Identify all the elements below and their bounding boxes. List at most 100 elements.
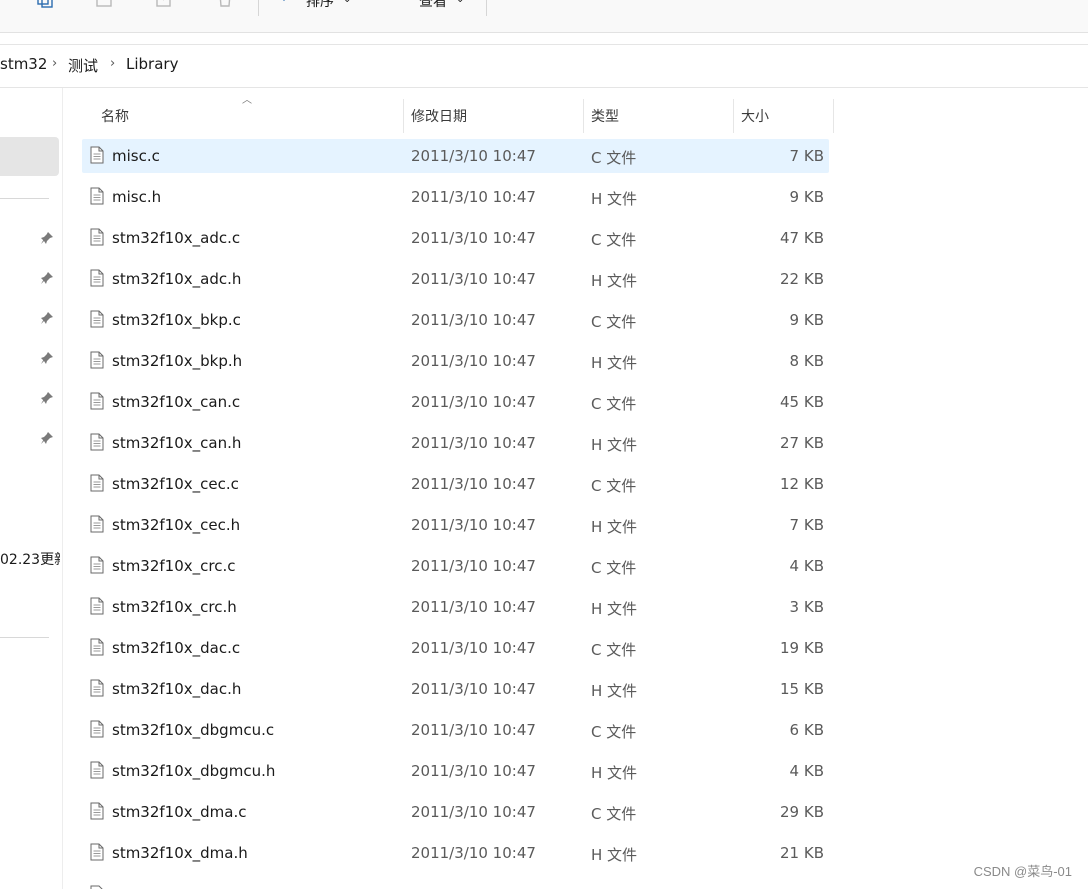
toolbar-separator (486, 0, 487, 16)
file-type: C 文件 (591, 149, 637, 167)
file-icon (90, 761, 104, 779)
breadcrumb-item-test[interactable]: 测试 (68, 55, 98, 76)
file-size: 4 KB (789, 762, 824, 780)
column-divider[interactable] (403, 99, 404, 133)
file-size: 3 KB (789, 598, 824, 616)
file-row[interactable]: stm32f10x_adc.h 2011/3/10 10:47 H 文件 22 KB (82, 261, 829, 302)
file-name: stm32f10x_crc.h (112, 598, 237, 616)
navigation-pane: 02.23更新 (0, 88, 63, 889)
file-type: C 文件 (591, 395, 637, 413)
breadcrumb: stm32 › 测试 › Library (0, 44, 1088, 88)
column-header-type[interactable]: 类型 (591, 106, 619, 126)
file-name: stm32f10x_adc.c (112, 229, 241, 247)
file-size: 6 KB (789, 721, 824, 739)
copy-icon[interactable] (36, 0, 54, 8)
file-size: 7 KB (789, 147, 824, 165)
file-type: H 文件 (591, 764, 638, 782)
column-header-name[interactable]: 名称 (101, 106, 129, 126)
file-size: 4 KB (789, 557, 824, 575)
file-type: H 文件 (591, 436, 638, 454)
file-row-partial[interactable] (82, 880, 829, 889)
file-icon (90, 679, 104, 697)
file-modified-date: 2011/3/10 10:47 (411, 516, 536, 534)
file-row[interactable]: stm32f10x_dma.h 2011/3/10 10:47 H 文件 21 KB (82, 835, 829, 876)
file-name: misc.h (112, 188, 162, 206)
file-modified-date: 2011/3/10 10:47 (411, 188, 536, 206)
breadcrumb-item-library[interactable]: Library (126, 55, 178, 73)
file-modified-date: 2011/3/10 10:47 (411, 598, 536, 616)
file-row[interactable]: stm32f10x_dac.c 2011/3/10 10:47 C 文件 19 KB (82, 630, 829, 671)
file-modified-date: 2011/3/10 10:47 (411, 475, 536, 493)
file-modified-date: 2011/3/10 10:47 (411, 803, 536, 821)
file-type: H 文件 (591, 846, 638, 864)
nav-item-folder[interactable]: 02.23更新 (0, 549, 60, 569)
file-row[interactable]: stm32f10x_bkp.h 2011/3/10 10:47 H 文件 8 KB (82, 343, 829, 384)
column-header-date[interactable]: 修改日期 (411, 106, 467, 126)
pin-icon (41, 392, 53, 404)
file-icon (90, 515, 104, 533)
file-modified-date: 2011/3/10 10:47 (411, 639, 536, 657)
file-row[interactable]: stm32f10x_crc.c 2011/3/10 10:47 C 文件 4 KB (82, 548, 829, 589)
file-size: 22 KB (780, 270, 824, 288)
file-type: H 文件 (591, 190, 638, 208)
file-row[interactable]: stm32f10x_can.h 2011/3/10 10:47 H 文件 27 KB (82, 425, 829, 466)
view-icon (390, 0, 408, 8)
file-name: stm32f10x_dma.c (112, 803, 247, 821)
file-modified-date: 2011/3/10 10:47 (411, 270, 536, 288)
file-name: stm32f10x_crc.c (112, 557, 236, 575)
file-type: H 文件 (591, 272, 638, 290)
breadcrumb-item-stm32[interactable]: stm32 (0, 55, 47, 73)
file-icon (90, 802, 104, 820)
file-row[interactable]: stm32f10x_dbgmcu.c 2011/3/10 10:47 C 文件 6 K… (82, 712, 829, 753)
file-icon (90, 720, 104, 738)
column-divider[interactable] (833, 99, 834, 133)
toolbar-separator (258, 0, 259, 16)
file-icon (90, 146, 104, 164)
pin-icon (41, 352, 53, 364)
column-divider[interactable] (583, 99, 584, 133)
file-row[interactable]: misc.h 2011/3/10 10:47 H 文件 9 KB (82, 179, 829, 220)
share-icon[interactable] (155, 0, 173, 8)
column-divider[interactable] (733, 99, 734, 133)
more-options-button[interactable]: ··· (506, 0, 524, 7)
file-row[interactable]: stm32f10x_dma.c 2011/3/10 10:47 C 文件 29 KB (82, 794, 829, 835)
file-row[interactable]: stm32f10x_cec.c 2011/3/10 10:47 C 文件 12 KB (82, 466, 829, 507)
file-row[interactable]: stm32f10x_can.c 2011/3/10 10:47 C 文件 45 KB (82, 384, 829, 425)
file-size: 8 KB (789, 352, 824, 370)
file-row[interactable]: misc.c 2011/3/10 10:47 C 文件 7 KB (82, 138, 829, 179)
file-name: stm32f10x_cec.c (112, 475, 239, 493)
watermark: CSDN @菜鸟-01 (973, 864, 1072, 879)
column-header-size[interactable]: 大小 (741, 106, 769, 126)
file-type: C 文件 (591, 723, 637, 741)
file-modified-date: 2011/3/10 10:47 (411, 352, 536, 370)
file-type: C 文件 (591, 559, 637, 577)
file-row[interactable]: stm32f10x_cec.h 2011/3/10 10:47 H 文件 7 KB (82, 507, 829, 548)
nav-divider (0, 198, 49, 199)
sort-ascending-icon: ︿ (242, 95, 252, 106)
file-type: H 文件 (591, 682, 638, 700)
command-bar: 排序 ⌄ 查看 ⌄ ··· (0, 0, 1088, 33)
pin-icon (41, 272, 53, 284)
file-modified-date: 2011/3/10 10:47 (411, 844, 536, 862)
file-name: stm32f10x_dma.h (112, 844, 248, 862)
chevron-right-icon[interactable]: › (110, 56, 115, 71)
sort-icon (283, 0, 285, 1)
file-icon (90, 556, 104, 574)
file-row[interactable]: stm32f10x_dbgmcu.h 2011/3/10 10:47 H 文件 4 K… (82, 753, 829, 794)
file-row[interactable]: stm32f10x_crc.h 2011/3/10 10:47 H 文件 3 KB (82, 589, 829, 630)
paste-icon[interactable] (95, 0, 113, 8)
nav-item-selected[interactable] (0, 137, 59, 176)
sort-button[interactable]: 排序 (306, 0, 334, 11)
view-button[interactable]: 查看 (419, 0, 447, 11)
chevron-right-icon[interactable]: › (52, 56, 57, 71)
file-row[interactable]: stm32f10x_dac.h 2011/3/10 10:47 H 文件 15 KB (82, 671, 829, 712)
delete-icon[interactable] (216, 0, 234, 8)
file-size: 9 KB (789, 311, 824, 329)
file-row[interactable]: stm32f10x_adc.c 2011/3/10 10:47 C 文件 47 KB (82, 220, 829, 261)
file-modified-date: 2011/3/10 10:47 (411, 393, 536, 411)
file-name: stm32f10x_dbgmcu.c (112, 721, 275, 739)
file-icon (90, 474, 104, 492)
file-type: C 文件 (591, 231, 637, 249)
file-size: 45 KB (780, 393, 824, 411)
file-row[interactable]: stm32f10x_bkp.c 2011/3/10 10:47 C 文件 9 KB (82, 302, 829, 343)
